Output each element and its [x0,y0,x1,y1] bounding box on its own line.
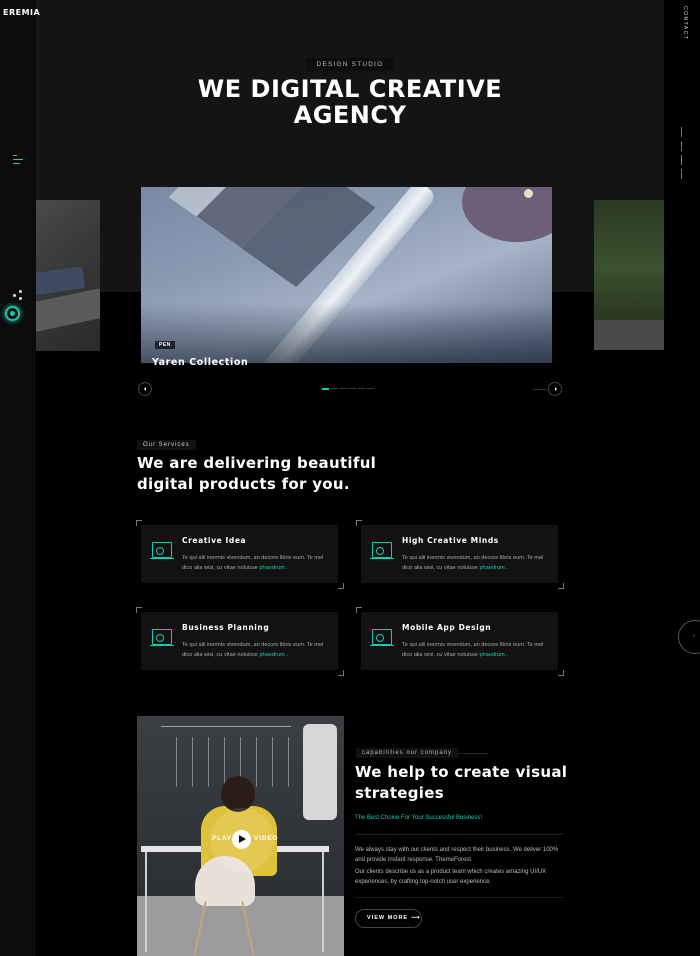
service-card[interactable]: High Creative Minds Te qui alii inermis … [356,520,564,589]
divider [355,897,563,898]
slider-prev-button[interactable] [138,382,152,396]
scroll-indicator [681,127,683,183]
video-label[interactable]: VIDEO [254,835,278,842]
services-label: Our Services [137,440,196,450]
service-card[interactable]: Business Planning Te qui alii inermis vi… [136,607,344,676]
service-card-title: Mobile App Design [402,623,492,632]
service-card-text: Te qui alii inermis vivendum, an decore … [182,555,324,571]
service-card-title: Creative Idea [182,536,247,545]
slide-next-preview[interactable] [594,200,664,350]
side-toggle-button[interactable]: › [678,620,700,654]
service-card[interactable]: Mobile App Design Te qui alii inermis vi… [356,607,564,676]
slider-dot[interactable] [367,388,374,389]
slider-pagination[interactable] [322,388,374,390]
service-card-link[interactable]: phaedrum [259,565,284,571]
logo[interactable]: EREMIA [3,8,40,17]
service-card[interactable]: Creative Idea Te qui alii inermis vivend… [136,520,344,589]
service-card-title: High Creative Minds [402,536,499,545]
service-card-link[interactable]: phaedrum [479,652,504,658]
capabilities-heading: We help to create visual strategies [355,762,595,804]
view-more-label: VIEW MORE [367,915,409,921]
monitor-design-icon [370,629,394,646]
slider-line [533,389,547,390]
capabilities-paragraph: We always stay with our clients and resp… [355,847,559,863]
share-icon[interactable] [13,290,23,300]
hero-tag: DESIGN STUDIO [306,58,394,71]
slider-dot[interactable] [331,388,338,389]
monitor-design-icon [150,542,174,559]
service-card-link[interactable]: phaedrum [479,565,504,571]
play-icon[interactable] [232,830,251,849]
divider [355,834,563,835]
capabilities-heading-line2: strategies [355,784,444,802]
capabilities-label: capabilities our company [356,748,459,758]
slide-main-image[interactable] [141,187,552,363]
hero-title-line1: WE DIGITAL CREATIVE [197,75,503,103]
monitor-design-icon [150,629,174,646]
hero-title-line2: AGENCY [293,101,407,129]
slide-category-badge: PEN [155,341,175,349]
service-card-text: Te qui alii inermis vivendum, an decore … [402,555,544,571]
capabilities-paragraph: Our clients describe us as a product tea… [355,869,547,885]
view-more-button[interactable]: VIEW MORE ⟶ [355,909,422,928]
services-heading-line1: We are delivering beautiful [137,454,377,472]
service-card-title: Business Planning [182,623,270,632]
play-label[interactable]: PLAY [212,835,232,842]
menu-icon[interactable] [13,155,23,167]
service-card-text: Te qui alii inermis vivendum, an decore … [182,642,324,658]
service-card-link[interactable]: phaedrum [259,652,284,658]
capabilities-heading-line1: We help to create visual [355,763,568,781]
slide-title[interactable]: Yaren Collection [152,357,248,368]
chevron-icon: › [693,633,695,639]
slider-next-button[interactable] [548,382,562,396]
capabilities-subheading: The Best Choice For Your Successful Busi… [355,815,483,821]
slider-dot[interactable] [358,388,365,389]
slider-dot[interactable] [322,388,329,390]
slide-prev-preview[interactable] [36,200,100,351]
arrow-right-icon: ⟶ [411,915,421,921]
left-sidebar: EREMIA [0,0,40,956]
services-heading-line2: digital products for you. [137,475,350,493]
right-sidebar: CONTACT › [664,0,700,956]
label-line [458,753,488,754]
cursor-target-icon [5,306,20,321]
service-card-text: Te qui alii inermis vivendum, an decore … [402,642,544,658]
contact-label: CONTACT [682,6,688,41]
hero-title: WE DIGITAL CREATIVE AGENCY [0,76,700,128]
monitor-design-icon [370,542,394,559]
services-heading: We are delivering beautiful digital prod… [137,453,397,495]
slider-dot[interactable] [349,388,356,389]
slider-dot[interactable] [340,388,347,389]
contact-link[interactable]: CONTACT [679,6,689,56]
